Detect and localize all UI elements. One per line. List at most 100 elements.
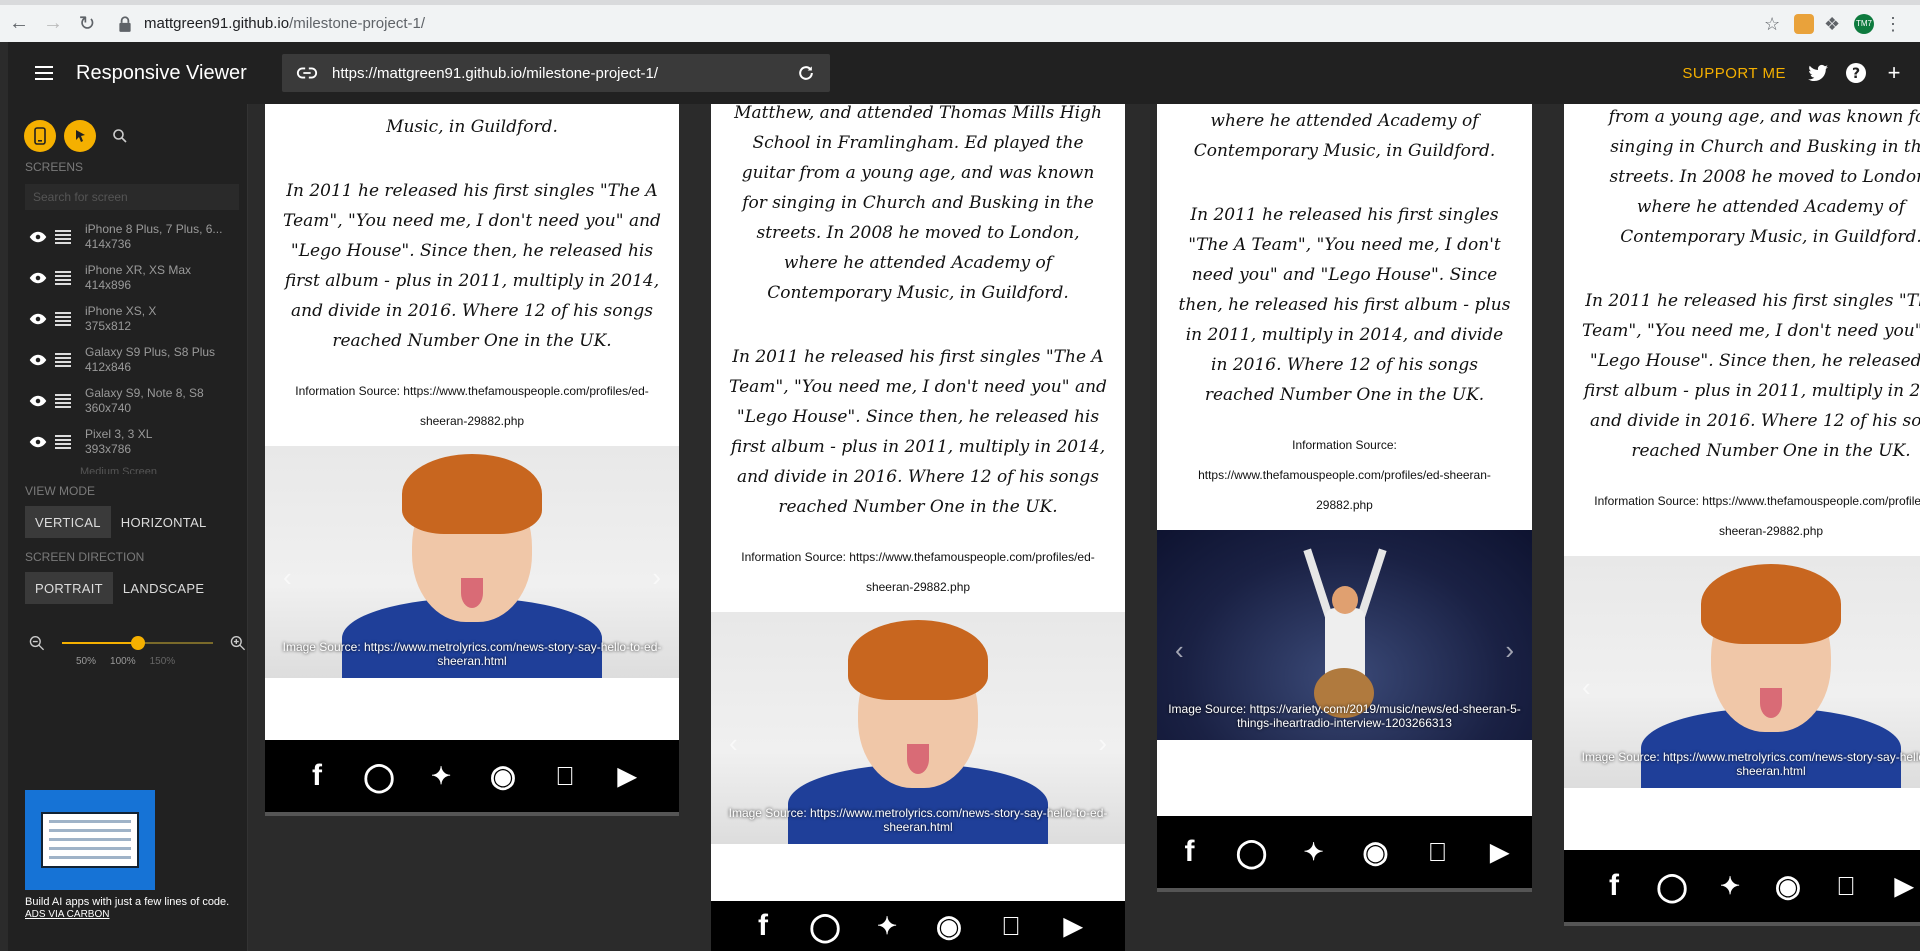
carbon-ad[interactable]: Build AI apps with just a few lines of c… [25, 790, 245, 920]
list-item[interactable]: Galaxy S9 Plus, S8 Plus 412x846 [8, 339, 247, 380]
instagram-icon[interactable]: ◯ [1656, 869, 1688, 903]
carousel-next-icon[interactable]: › [1098, 728, 1107, 759]
device-frame-3[interactable]: where he attended Academy of Contemporar… [1157, 104, 1532, 816]
extension-icon[interactable] [1794, 13, 1814, 34]
list-item[interactable]: Pixel 3, 3 XL 393x786 [8, 421, 247, 462]
device-frame-2[interactable]: Matthew, and attended Thomas Mills High … [711, 104, 1125, 901]
search-icon[interactable] [104, 120, 136, 152]
image-caption: Image Source: https://www.metrolyrics.co… [1581, 750, 1920, 778]
zoom-out-icon[interactable] [28, 634, 46, 652]
instagram-icon[interactable]: ◯ [807, 909, 843, 943]
device-size: 375x812 [85, 318, 132, 333]
refresh-icon[interactable] [796, 63, 816, 83]
drag-handle-icon[interactable] [55, 311, 71, 326]
support-me-link[interactable]: SUPPORT ME [1682, 65, 1786, 82]
svg-text:?: ? [1852, 66, 1860, 82]
url-input[interactable]: https://mattgreen91.github.io/milestone-… [282, 54, 830, 92]
forward-icon[interactable]: → [38, 9, 68, 39]
twitter-icon[interactable]: ✦ [423, 759, 459, 793]
add-icon[interactable]: + [1882, 60, 1906, 85]
address-bar[interactable]: mattgreen91.github.io/milestone-project-… [110, 8, 1756, 40]
instagram-icon[interactable]: ◯ [361, 759, 397, 793]
carousel-prev-icon[interactable]: ‹ [283, 562, 292, 593]
apple-icon[interactable]:  [1420, 835, 1456, 869]
screen-direction-label: SCREEN DIRECTION [25, 550, 145, 564]
list-item[interactable]: Galaxy S9, Note 8, S8 360x740 [8, 380, 247, 421]
carousel-prev-icon[interactable]: ‹ [1175, 635, 1184, 666]
bio-text: In 2011 he released his first singles "T… [1582, 291, 1920, 461]
youtube-icon[interactable]: ▶ [1888, 869, 1920, 903]
device-more-label: Medium Screen [80, 466, 158, 474]
eye-icon[interactable] [29, 228, 47, 246]
list-item[interactable]: iPhone XS, X 375x812 [8, 298, 247, 339]
back-icon[interactable]: ← [4, 9, 34, 39]
drag-handle-icon[interactable] [55, 229, 71, 244]
social-footer: f ◯ ✦ ◉  ▶ [1564, 850, 1920, 926]
device-name: iPhone 8 Plus, 7 Plus, 6... [85, 221, 223, 236]
twitter-icon[interactable]: ✦ [869, 909, 905, 943]
twitter-icon[interactable]: ✦ [1714, 869, 1746, 903]
eye-icon[interactable] [29, 310, 47, 328]
screen-search-input[interactable] [25, 184, 239, 210]
sync-click-button[interactable] [64, 120, 96, 152]
list-item[interactable]: iPhone XR, XS Max 414x896 [8, 257, 247, 298]
hamburger-menu-icon[interactable] [22, 42, 66, 104]
spotify-icon[interactable]: ◉ [485, 759, 521, 793]
apple-icon[interactable]:  [547, 759, 583, 793]
help-icon[interactable]: ? [1844, 61, 1868, 85]
facebook-icon[interactable]: f [1598, 869, 1630, 903]
list-item[interactable]: iPhone 8 Plus, 7 Plus, 6... 414x736 [8, 216, 247, 257]
reload-icon[interactable]: ↻ [72, 9, 102, 39]
drag-handle-icon[interactable] [55, 270, 71, 285]
landscape-button[interactable]: LANDSCAPE [113, 572, 214, 604]
carousel-next-icon[interactable]: › [652, 562, 661, 593]
eye-icon[interactable] [29, 392, 47, 410]
drag-handle-icon[interactable] [55, 352, 71, 367]
device-frame-4[interactable]: from a young age, and was known for sing… [1564, 104, 1920, 850]
zoom-in-icon[interactable] [229, 634, 247, 652]
youtube-icon[interactable]: ▶ [1482, 835, 1518, 869]
ad-image[interactable] [25, 790, 155, 890]
image-caption: Image Source: https://variety.com/2019/m… [1168, 702, 1521, 730]
carousel-prev-icon[interactable]: ‹ [729, 728, 738, 759]
device-name: iPhone XR, XS Max [85, 262, 192, 277]
ad-text[interactable]: Build AI apps with just a few lines of c… [25, 896, 245, 909]
drag-handle-icon[interactable] [55, 393, 71, 408]
address-host: mattgreen91.github.io [144, 15, 290, 32]
carousel-next-icon[interactable]: › [1505, 635, 1514, 666]
extensions-puzzle-icon[interactable]: ❖ [1824, 14, 1844, 34]
apple-icon[interactable]:  [993, 909, 1029, 943]
ad-link[interactable]: ADS VIA CARBON [25, 909, 245, 920]
device-frame-1[interactable]: Music, in Guildford. In 2011 he released… [265, 104, 679, 740]
image-caption: Image Source: https://www.metrolyrics.co… [282, 640, 662, 668]
carousel-prev-icon[interactable]: ‹ [1582, 672, 1591, 703]
bio-text: In 2011 he released his first singles "T… [283, 181, 661, 351]
instagram-icon[interactable]: ◯ [1234, 835, 1270, 869]
device-size: 360x740 [85, 400, 132, 415]
apple-icon[interactable]:  [1830, 869, 1862, 903]
vertical-button[interactable]: VERTICAL [25, 506, 111, 538]
youtube-icon[interactable]: ▶ [609, 759, 645, 793]
profile-avatar[interactable]: TM7 [1854, 13, 1874, 34]
spotify-icon[interactable]: ◉ [1772, 869, 1804, 903]
spotify-icon[interactable]: ◉ [1358, 835, 1394, 869]
twitter-icon[interactable] [1806, 61, 1830, 85]
twitter-icon[interactable]: ✦ [1296, 835, 1332, 869]
eye-icon[interactable] [29, 269, 47, 287]
eye-icon[interactable] [29, 433, 47, 451]
facebook-icon[interactable]: f [1172, 835, 1208, 869]
zoom-slider-thumb[interactable] [130, 636, 145, 650]
facebook-icon[interactable]: f [299, 759, 335, 793]
zoom-slider[interactable] [61, 632, 214, 654]
bookmark-star-icon[interactable]: ☆ [1764, 14, 1784, 34]
spotify-icon[interactable]: ◉ [931, 909, 967, 943]
social-footer: f ◯ ✦ ◉  ▶ [1157, 816, 1532, 892]
facebook-icon[interactable]: f [745, 909, 781, 943]
portrait-button[interactable]: PORTRAIT [25, 572, 113, 604]
youtube-icon[interactable]: ▶ [1055, 909, 1091, 943]
browser-menu-icon[interactable]: ⋮ [1884, 14, 1904, 34]
device-toggle-button[interactable] [24, 120, 56, 152]
horizontal-button[interactable]: HORIZONTAL [111, 506, 217, 538]
drag-handle-icon[interactable] [55, 434, 71, 449]
eye-icon[interactable] [29, 351, 47, 369]
